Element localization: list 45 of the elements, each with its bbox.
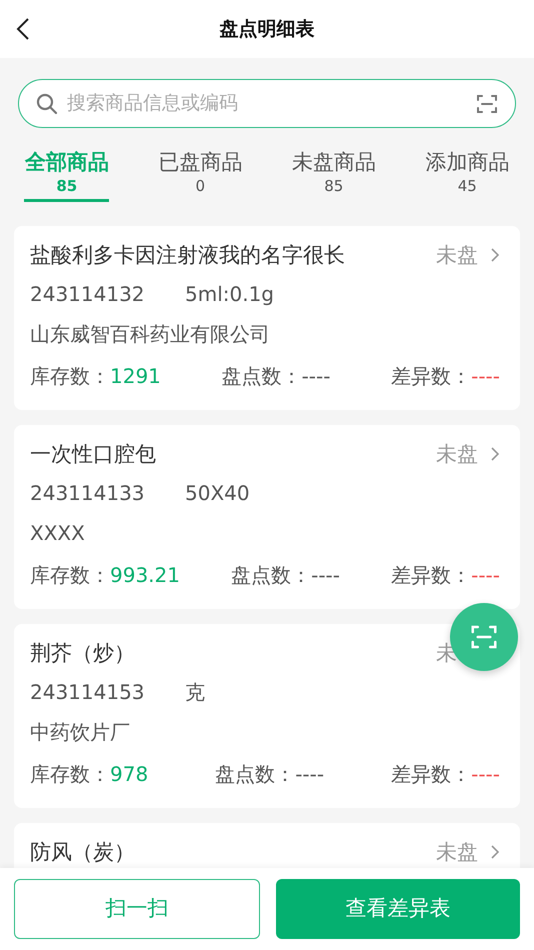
search-field[interactable]: 搜索商品信息或编码 bbox=[18, 79, 516, 128]
product-spec: 50X40 bbox=[185, 480, 250, 507]
product-code: 243114133 bbox=[30, 480, 146, 507]
product-name: 荆芥（炒） bbox=[30, 641, 135, 665]
count-label: 盘点数： bbox=[222, 363, 302, 390]
difference-label: 差异数： bbox=[391, 761, 472, 788]
page-title: 盘点明细表 bbox=[220, 16, 314, 42]
product-card[interactable]: 防风（炭） 未盘 bbox=[14, 823, 520, 868]
product-name: 一次性口腔包 bbox=[30, 442, 156, 466]
status-label: 未盘 bbox=[436, 442, 478, 466]
product-card[interactable]: 盐酸利多卡因注射液我的名字很长 未盘 243114132 5ml:0.1g 山东威智百科药业有限公司 库存数：1291 盘点数：---- 差异数：---- bbox=[14, 226, 520, 410]
category-tab[interactable]: 已盘商品 0 bbox=[134, 148, 267, 226]
search-icon bbox=[35, 92, 59, 116]
stock-value: 978 bbox=[110, 761, 148, 788]
product-spec: 5ml:0.1g bbox=[185, 281, 274, 308]
stock-label: 库存数： bbox=[30, 363, 110, 390]
difference-value: ---- bbox=[471, 761, 500, 788]
count-value: ---- bbox=[295, 761, 324, 788]
back-icon[interactable] bbox=[16, 17, 30, 41]
stock-value: 1291 bbox=[110, 363, 161, 390]
manufacturer: 中药饮片厂 bbox=[30, 719, 130, 746]
status-label: 未盘 bbox=[436, 840, 478, 864]
manufacturer: 山东威智百科药业有限公司 bbox=[30, 321, 270, 348]
product-code: 243114132 bbox=[30, 281, 146, 308]
product-card[interactable]: 一次性口腔包 未盘 243114133 50X40 XXXX 库存数：993.21 盘点数：---- 差异数：---- bbox=[14, 425, 520, 609]
difference-value: ---- bbox=[471, 562, 500, 589]
stock-label: 库存数： bbox=[30, 562, 110, 589]
difference-label: 差异数： bbox=[391, 363, 472, 390]
count-value: ---- bbox=[302, 363, 330, 390]
product-name: 盐酸利多卡因注射液我的名字很长 bbox=[30, 243, 345, 267]
count-label: 盘点数： bbox=[215, 761, 296, 788]
status-label: 未盘 bbox=[436, 243, 478, 267]
search-input[interactable]: 搜索商品信息或编码 bbox=[67, 89, 467, 118]
count-value: ---- bbox=[311, 562, 340, 589]
manufacturer: XXXX bbox=[30, 520, 85, 547]
count-label: 盘点数： bbox=[231, 562, 312, 589]
category-tab[interactable]: 添加商品 45 bbox=[400, 148, 534, 226]
stock-value: 993.21 bbox=[110, 562, 180, 589]
difference-value: ---- bbox=[471, 363, 500, 390]
stock-label: 库存数： bbox=[30, 761, 110, 788]
difference-label: 差异数： bbox=[391, 562, 472, 589]
product-code: 243114153 bbox=[30, 679, 146, 706]
product-name: 防风（炭） bbox=[30, 840, 135, 864]
category-tab[interactable]: 未盘商品 85 bbox=[267, 148, 400, 226]
product-spec: 克 bbox=[185, 679, 205, 706]
